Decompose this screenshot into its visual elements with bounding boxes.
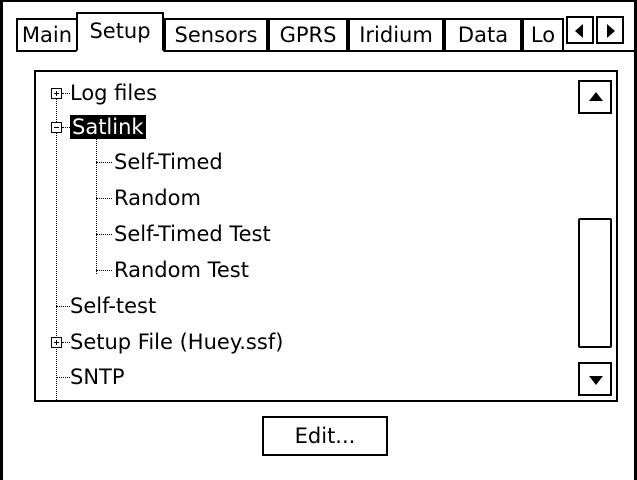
- tab-data-label: Data: [457, 23, 509, 47]
- tree-item-random[interactable]: Random: [114, 183, 201, 213]
- tree-connector: [96, 162, 112, 164]
- expand-plus-icon[interactable]: [51, 88, 62, 99]
- tab-setup[interactable]: Setup: [76, 12, 164, 52]
- tab-gprs[interactable]: GPRS: [268, 18, 348, 50]
- tree-connector: [96, 270, 112, 272]
- tree-item-self-timed-test[interactable]: Self-Timed Test: [114, 219, 271, 249]
- tree-item-label: Log files: [70, 81, 158, 105]
- tab-log-label: Lo: [530, 23, 556, 47]
- tree-child-line: [96, 138, 98, 274]
- tree-connector: [56, 306, 70, 308]
- settings-tree[interactable]: Log files Satlink Self-Timed Random Self…: [34, 70, 618, 402]
- tree-item-label: Self-Timed: [114, 150, 223, 174]
- tab-iridium-label: Iridium: [359, 23, 433, 47]
- tab-gprs-label: GPRS: [279, 23, 337, 47]
- setup-window: Main Setup Sensors GPRS Iridium Data Lo …: [0, 0, 637, 480]
- tree-item-setup-file[interactable]: Setup File (Huey.ssf): [70, 327, 283, 357]
- tab-main-label: Main: [21, 23, 73, 47]
- tree-item-self-test[interactable]: Self-test: [70, 291, 156, 321]
- tree-item-label: SNTP: [70, 365, 125, 389]
- tree-item-label: Satlink: [70, 115, 146, 139]
- tab-scroll-left-button[interactable]: [566, 16, 594, 44]
- tab-log[interactable]: Lo: [522, 18, 564, 50]
- tab-strip: Main Setup Sensors GPRS Iridium Data Lo: [16, 12, 636, 52]
- window-border-top: [0, 0, 637, 2]
- tree-item-label: Self-test: [70, 294, 157, 318]
- tree-scrollbar[interactable]: [578, 80, 612, 396]
- tab-setup-label: Setup: [89, 19, 151, 43]
- tree-item-random-test[interactable]: Random Test: [114, 255, 249, 285]
- tree-connector: [62, 127, 70, 129]
- tree-item-label: Self-Timed Test: [114, 222, 271, 246]
- tab-sensors-label: Sensors: [174, 23, 258, 47]
- expand-plus-icon[interactable]: [51, 337, 62, 348]
- tree-connector: [96, 234, 112, 236]
- scroll-up-icon: [589, 92, 603, 101]
- tree-item-sntp[interactable]: SNTP: [70, 362, 125, 392]
- tab-scroll-right-button[interactable]: [596, 16, 624, 44]
- tab-iridium[interactable]: Iridium: [348, 18, 444, 50]
- edit-button[interactable]: Edit...: [262, 416, 388, 456]
- tree-connector: [62, 93, 70, 95]
- tree-item-self-timed[interactable]: Self-Timed: [114, 147, 223, 177]
- arrow-right-icon: [607, 24, 615, 38]
- tree-connector: [56, 377, 70, 379]
- tree-item-label: Random: [114, 186, 201, 210]
- scroll-up-button[interactable]: [578, 80, 612, 114]
- tree-root-line: [56, 88, 58, 400]
- collapse-minus-icon[interactable]: [51, 122, 62, 133]
- tree-item-label: Setup File (Huey.ssf): [70, 330, 284, 354]
- scroll-down-icon: [589, 376, 603, 385]
- tree-connector: [62, 342, 70, 344]
- tab-main[interactable]: Main: [16, 18, 78, 50]
- tree-item-label: Random Test: [114, 258, 249, 282]
- tab-data[interactable]: Data: [444, 18, 522, 50]
- scroll-down-button[interactable]: [578, 362, 612, 396]
- scroll-thumb[interactable]: [578, 218, 612, 348]
- arrow-left-icon: [575, 24, 583, 38]
- tree-connector: [96, 198, 112, 200]
- tab-sensors[interactable]: Sensors: [164, 18, 268, 50]
- tree-item-log-files[interactable]: Log files: [70, 78, 157, 108]
- tree-item-satlink[interactable]: Satlink: [70, 112, 146, 142]
- window-border-left: [0, 0, 3, 480]
